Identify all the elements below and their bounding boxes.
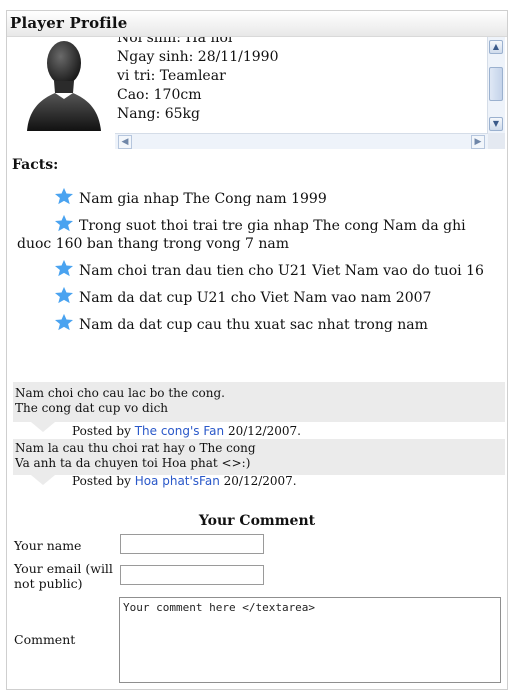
star-icon xyxy=(55,214,73,232)
name-field[interactable] xyxy=(120,534,264,554)
comment-form-title: Your Comment xyxy=(198,513,316,529)
comment-pointer xyxy=(31,422,55,432)
comment-body: Nam la cau thu choi rat hay o The cong V… xyxy=(13,439,505,475)
posted-by-label: Posted by xyxy=(72,474,131,488)
facts-list: Nam gia nhap The Cong nam 1999 Trong suo… xyxy=(17,187,503,340)
profile-birthplace: Noi sinh: Ha noi xyxy=(117,37,233,46)
comment-line: Va anh ta da chuyen toi Hoa phat <>:) xyxy=(15,456,251,470)
avatar xyxy=(27,41,101,131)
vertical-scroll-thumb[interactable] xyxy=(489,67,503,101)
profile-birthdate: Ngay sinh: 28/11/1990 xyxy=(117,49,279,65)
fact-text: Nam gia nhap The Cong nam 1999 xyxy=(79,191,327,207)
fact-text: Trong suot thoi trai tre gia nhap The co… xyxy=(17,218,466,252)
fact-item: Trong suot thoi trai tre gia nhap The co… xyxy=(17,214,503,253)
fact-item: Nam da dat cup U21 cho Viet Nam vao nam … xyxy=(53,286,503,307)
comment-label: Comment xyxy=(14,632,76,647)
name-label: Your name xyxy=(14,538,82,553)
profile-info-lines: Noi sinh: Ha noi Ngay sinh: 28/11/1990 v… xyxy=(117,37,278,124)
fact-item: Nam choi tran dau tien cho U21 Viet Nam … xyxy=(53,259,503,280)
scroll-right-icon[interactable]: ▶ xyxy=(471,135,485,149)
fact-item: Nam gia nhap The Cong nam 1999 xyxy=(53,187,503,208)
comment-meta: Posted by Hoa phat'sFan 20/12/2007. xyxy=(72,474,297,488)
fact-text: Nam da dat cup U21 cho Viet Nam vao nam … xyxy=(79,290,432,306)
star-icon xyxy=(55,259,73,277)
profile-info-scrollbox[interactable]: Noi sinh: Ha noi Ngay sinh: 28/11/1990 v… xyxy=(115,37,505,149)
profile-weight: Nang: 65kg xyxy=(117,106,201,122)
comment-line: The cong dat cup vo dich xyxy=(15,401,169,415)
comment-body: Nam choi cho cau lac bo the cong. The co… xyxy=(13,382,505,422)
fact-item: Nam da dat cup cau thu xuat sac nhat tro… xyxy=(53,313,503,334)
scroll-left-icon[interactable]: ◀ xyxy=(118,135,132,149)
star-icon xyxy=(55,286,73,304)
player-profile-panel: Player Profile Noi sinh: Ha noi Ngay sin… xyxy=(6,10,508,690)
scroll-up-icon[interactable]: ▲ xyxy=(489,40,503,54)
comment-textarea[interactable]: Your comment here </textarea> xyxy=(119,597,501,683)
star-icon xyxy=(55,313,73,331)
comment-meta: Posted by The cong's Fan 20/12/2007. xyxy=(72,424,301,438)
comment-author-link[interactable]: The cong's Fan xyxy=(135,424,224,438)
scroll-down-icon[interactable]: ▼ xyxy=(489,117,503,131)
posted-by-label: Posted by xyxy=(72,424,131,438)
horizontal-scrollbar[interactable]: ◀ ▶ xyxy=(115,133,488,149)
comment-author-link[interactable]: Hoa phat'sFan xyxy=(135,474,220,488)
email-label: Your email (will not public) xyxy=(14,561,113,591)
comment-date: 20/12/2007. xyxy=(227,424,301,438)
comment-line: Nam choi cho cau lac bo the cong. xyxy=(15,386,225,400)
scrollbar-corner xyxy=(488,133,505,149)
star-icon xyxy=(55,187,73,205)
profile-position: vi tri: Teamlear xyxy=(117,68,226,84)
email-field[interactable] xyxy=(120,565,264,585)
panel-header: Player Profile xyxy=(7,11,507,37)
fact-text: Nam da dat cup cau thu xuat sac nhat tro… xyxy=(79,317,428,333)
vertical-scrollbar[interactable]: ▲ ▼ xyxy=(487,37,505,133)
comment-pointer xyxy=(31,475,55,485)
profile-height: Cao: 170cm xyxy=(117,87,202,103)
comment-line: Nam la cau thu choi rat hay o The cong xyxy=(15,441,256,455)
panel-title: Player Profile xyxy=(10,14,128,32)
fact-text: Nam choi tran dau tien cho U21 Viet Nam … xyxy=(79,263,484,279)
comment-date: 20/12/2007. xyxy=(223,474,297,488)
facts-heading: Facts: xyxy=(12,157,59,173)
